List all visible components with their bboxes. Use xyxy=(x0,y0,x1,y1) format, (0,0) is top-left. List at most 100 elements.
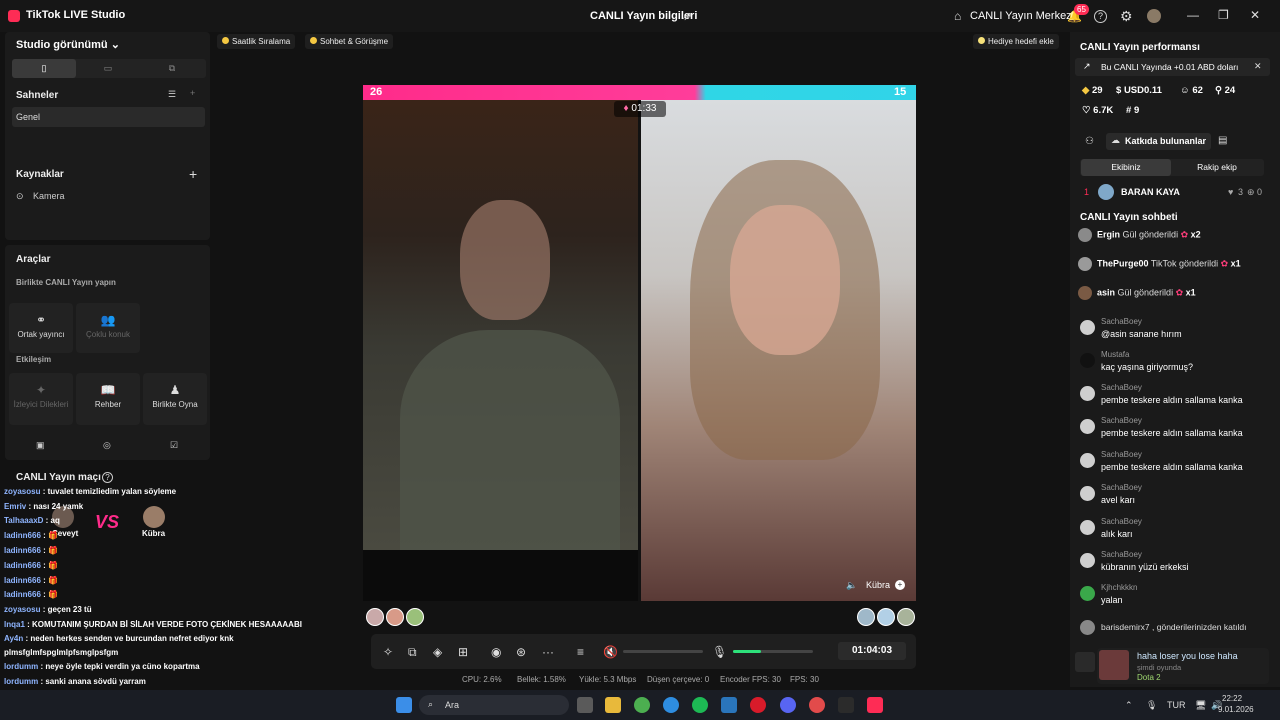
guide-button[interactable]: 📖 Rehber xyxy=(76,373,140,425)
edge-icon[interactable] xyxy=(663,697,679,713)
share-icon[interactable]: ⇗ xyxy=(682,9,692,23)
chrome-icon[interactable] xyxy=(634,697,650,713)
list-icon[interactable]: ☰ xyxy=(168,89,176,100)
windows-start-icon[interactable] xyxy=(396,697,412,713)
app-icon[interactable] xyxy=(809,697,825,713)
list-doc-icon[interactable]: ▤ xyxy=(1218,135,1227,146)
comment-user[interactable]: SachaBoey xyxy=(1101,450,1142,459)
adjust-icon[interactable]: ≡ xyxy=(577,645,584,659)
viewer-avatar-3[interactable] xyxy=(406,608,424,626)
network-icon[interactable]: 🖥 xyxy=(1195,700,1206,711)
comment-user[interactable]: SachaBoey xyxy=(1101,416,1142,425)
tiktok-taskbar-icon[interactable] xyxy=(867,697,883,713)
chat-text: : sanki anana sövdü yarram xyxy=(38,677,146,686)
language-indicator[interactable]: TUR xyxy=(1167,700,1186,710)
comment-user[interactable]: SachaBoey xyxy=(1101,517,1142,526)
earnings-box: Bu CANLI Yayında +0.01 ABD doları xyxy=(1075,58,1270,76)
gift-user-avatar xyxy=(1078,286,1092,300)
file-explorer-icon[interactable] xyxy=(605,697,621,713)
dual-view-button[interactable]: ⧉ xyxy=(140,59,204,78)
heart-icon: ♡ xyxy=(1082,105,1091,116)
help-icon[interactable]: ? xyxy=(1094,10,1107,23)
steam-icon[interactable] xyxy=(721,697,737,713)
close-icon[interactable]: ✕ xyxy=(1250,8,1260,22)
mic-icon[interactable]: 🎙 xyxy=(712,645,727,659)
camera-settings-icon[interactable]: ⊛ xyxy=(516,645,526,659)
multi-guest-button[interactable]: 👥 Çoklu konuk xyxy=(76,303,140,353)
co-host-button[interactable]: ⚭ Ortak yayıncı xyxy=(9,303,73,353)
chat-meet-chip[interactable]: Sohbet & Görüşme xyxy=(305,34,394,49)
gift-icon: ⊕ xyxy=(1247,187,1255,197)
host-video-bottom xyxy=(363,550,638,601)
viewer-wishes-button[interactable]: ✦ İzleyici Dilekleri xyxy=(9,373,73,425)
speaker-icon[interactable]: 🔈 xyxy=(846,580,857,591)
layout-icon[interactable]: ⧉ xyxy=(408,645,417,660)
tool-icon-c[interactable]: ☑ xyxy=(170,440,178,451)
viewer-avatar-1[interactable] xyxy=(366,608,384,626)
terminal-icon[interactable] xyxy=(838,697,854,713)
comment-user[interactable]: Mustafa xyxy=(1101,350,1129,359)
comment-user[interactable]: Kjhchkkkn xyxy=(1101,583,1137,592)
gift-user-avatar xyxy=(1078,257,1092,271)
gear-icon[interactable]: ⚙ xyxy=(1120,8,1133,25)
search-box[interactable] xyxy=(419,695,569,715)
gift-row[interactable]: ThePurge00 TikTok gönderildi ✿ x1 xyxy=(1078,257,1241,271)
contributors-button[interactable]: Katkıda bulunanlar xyxy=(1106,133,1211,150)
add-scene-icon[interactable]: + xyxy=(190,88,195,98)
mic-tray-icon[interactable]: 🎙 xyxy=(1146,700,1157,711)
portrait-view-button[interactable]: ▯ xyxy=(12,59,76,78)
battle-score-bar xyxy=(363,85,916,100)
add-source-icon[interactable]: + xyxy=(189,166,197,182)
stat-encoder: Encoder FPS: 30 xyxy=(720,675,781,684)
viewer-avatar-5[interactable] xyxy=(877,608,895,626)
match-help-icon[interactable]: ? xyxy=(102,472,113,483)
volume-slider[interactable] xyxy=(623,650,703,653)
comment-user[interactable]: SachaBoey xyxy=(1101,550,1142,559)
left-chat-line: plmsfglmfspglmlpfsmglpsfgm xyxy=(4,648,118,657)
filter-icon[interactable]: ◈ xyxy=(433,645,442,659)
opera-icon[interactable] xyxy=(750,697,766,713)
comment-user[interactable]: SachaBoey xyxy=(1101,317,1142,326)
discord-icon[interactable] xyxy=(780,697,796,713)
avatar[interactable] xyxy=(1147,9,1161,23)
comment-user[interactable]: SachaBoey xyxy=(1101,483,1142,492)
hourly-ranking-chip[interactable]: Saatlik Sıralama xyxy=(217,34,296,49)
landscape-view-button[interactable]: ▭ xyxy=(76,59,140,78)
viewer-avatar-4[interactable] xyxy=(857,608,875,626)
add-user-icon[interactable]: ⚇ xyxy=(1085,136,1094,147)
metric-likes: ♡ 6.7K xyxy=(1082,105,1114,116)
tab-rival-team[interactable]: Rakip ekip xyxy=(1172,159,1262,176)
clock-date[interactable]: 9.01.2026 xyxy=(1218,705,1254,714)
comment-text: yalan xyxy=(1101,595,1123,605)
live-center-button[interactable]: CANLI Yayın Merkezi xyxy=(970,10,1074,22)
comment-user[interactable]: SachaBoey xyxy=(1101,383,1142,392)
book-icon: 📖 xyxy=(100,383,116,397)
source-camera[interactable]: Kamera xyxy=(33,191,65,201)
maximize-icon[interactable]: ❐ xyxy=(1218,8,1229,22)
speaker-mute-icon[interactable]: 🔇 xyxy=(603,645,618,659)
effects-icon[interactable]: ✧ xyxy=(383,645,393,659)
tray-up-icon[interactable]: ⌃ xyxy=(1125,700,1133,711)
gift-row[interactable]: asin Gül gönderildi ✿ x1 xyxy=(1078,286,1196,300)
record-icon[interactable]: ◉ xyxy=(491,645,501,659)
add-icon[interactable]: + xyxy=(895,580,905,590)
more-icon[interactable]: ··· xyxy=(542,645,554,659)
gift-row[interactable]: Ergin Gül gönderildi ✿ x2 xyxy=(1078,228,1201,242)
left-chat-line: lnqa1 : KOMUTANIM ŞURDAN Bİ SİLAH VERDE … xyxy=(4,620,302,629)
tool-icon-b[interactable]: ◎ xyxy=(103,440,111,451)
minimize-icon[interactable]: — xyxy=(1187,8,1199,22)
close-earnings-icon[interactable]: ✕ xyxy=(1254,61,1262,72)
gift-goal-chip[interactable]: Hediye hedefi ekle xyxy=(973,34,1059,49)
viewer-avatar-2[interactable] xyxy=(386,608,404,626)
tool-icon-a[interactable]: ▣ xyxy=(36,440,45,451)
add-media-icon[interactable]: ⊞ xyxy=(458,645,468,659)
tab-own-team[interactable]: Ekibiniz xyxy=(1081,159,1171,176)
studio-view-dropdown[interactable]: Studio görünümü ⌄ xyxy=(16,38,120,51)
spotify-icon[interactable] xyxy=(692,697,708,713)
rank-row[interactable]: 1 BARAN KAYA ♥ 3 ⊕ 0 xyxy=(1080,184,1264,200)
scene-item-general[interactable]: Genel xyxy=(12,107,205,127)
viewer-avatar-6[interactable] xyxy=(897,608,915,626)
task-view-icon[interactable] xyxy=(577,697,593,713)
clock-time[interactable]: 22:22 xyxy=(1222,694,1242,703)
play-together-button[interactable]: ♟ Birlikte Oyna xyxy=(143,373,207,425)
